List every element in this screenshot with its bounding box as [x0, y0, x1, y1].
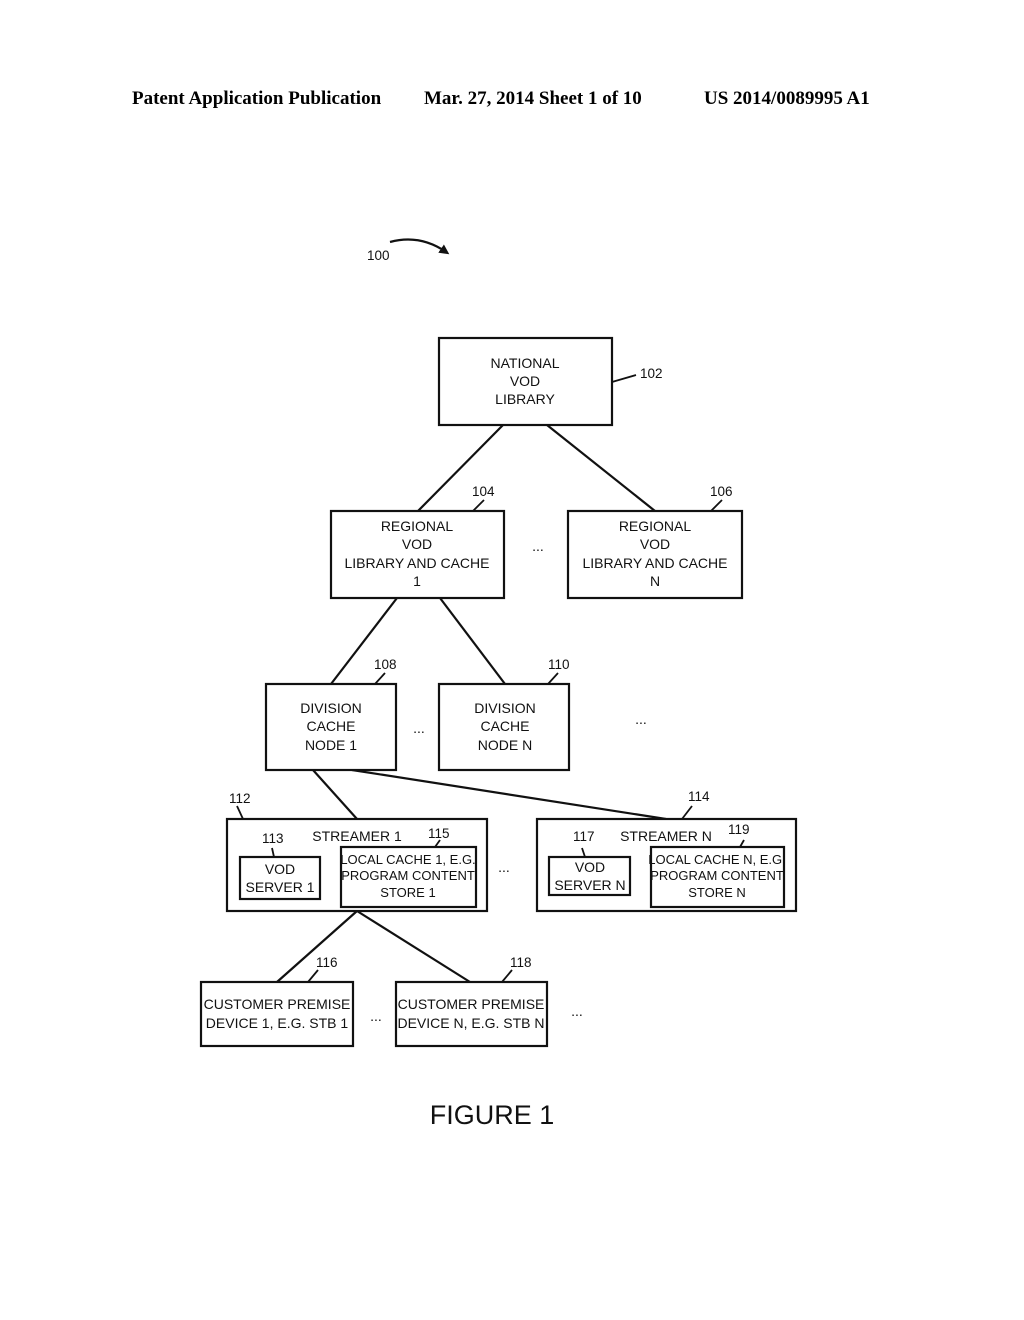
- cache1-line-3: STORE 1: [380, 885, 435, 900]
- regionalN-line-2: VOD: [640, 536, 670, 552]
- ellipsis-cpe-right: ...: [571, 1003, 583, 1019]
- server1-line-2: SERVER 1: [246, 879, 315, 895]
- streamer-1-node: 112 STREAMER 1 VOD SERVER 1 113 LOCAL CA…: [225, 791, 489, 913]
- ref-100-arrow-icon: [389, 238, 450, 255]
- ref-102-leader: [611, 374, 637, 383]
- cache1-line-1: LOCAL CACHE 1, E.G.: [340, 852, 475, 867]
- regionalN-line-1: REGIONAL: [619, 518, 692, 534]
- regional1-line-1: REGIONAL: [381, 518, 454, 534]
- national-vod-library-node: NATIONAL VOD LIBRARY 102: [437, 336, 663, 427]
- national-line-2: VOD: [510, 373, 540, 389]
- link-division1-streamerN: [351, 768, 667, 821]
- ref-108-leader: [374, 672, 386, 685]
- link-streamer1-cpeN: [356, 910, 471, 983]
- ref-104-leader: [472, 499, 485, 512]
- ref-114: 114: [688, 789, 710, 804]
- ellipsis-streamer: ...: [498, 859, 510, 875]
- cpe1-line-1: CUSTOMER PREMISE: [204, 996, 351, 1012]
- ref-114-leader: [681, 805, 693, 820]
- divisionN-line-1: DIVISION: [474, 700, 535, 716]
- national-line-1: NATIONAL: [491, 355, 560, 371]
- figure-caption: FIGURE 1: [430, 1100, 555, 1130]
- cpeN-line-1: CUSTOMER PREMISE: [398, 996, 545, 1012]
- ref-116: 116: [316, 955, 338, 970]
- ref-106: 106: [710, 484, 733, 499]
- link-division1-streamer1: [312, 769, 358, 820]
- divisionN-line-2: CACHE: [480, 718, 529, 734]
- ellipsis-division: ...: [413, 720, 425, 736]
- cache1-line-2: PROGRAM CONTENT: [341, 868, 475, 883]
- cpeN-line-2: DEVICE N, E.G. STB N: [397, 1015, 544, 1031]
- division1-line-3: NODE 1: [305, 737, 357, 753]
- ref-118-leader: [501, 969, 513, 983]
- cacheN-line-1: LOCAL CACHE N, E.G.: [648, 852, 786, 867]
- regional1-line-3: LIBRARY AND CACHE: [345, 555, 490, 571]
- ellipsis-cpe: ...: [370, 1008, 382, 1024]
- ref-102: 102: [640, 366, 663, 381]
- ref-112: 112: [229, 791, 251, 806]
- ref-108: 108: [374, 657, 397, 672]
- ref-112-leader: [236, 805, 244, 820]
- ref-117: 117: [573, 829, 595, 844]
- division1-line-2: CACHE: [306, 718, 355, 734]
- ellipsis-regional: ...: [532, 538, 544, 554]
- regional-vod-library-n-node: REGIONAL VOD LIBRARY AND CACHE N 106: [566, 484, 744, 600]
- ref-100: 100: [367, 248, 390, 263]
- division-cache-node-1: DIVISION CACHE NODE 1 108: [264, 657, 398, 772]
- ref-119: 119: [728, 822, 750, 837]
- ref-115: 115: [428, 826, 450, 841]
- cpe1-line-2: DEVICE 1, E.G. STB 1: [206, 1015, 349, 1031]
- divisionN-line-3: NODE N: [478, 737, 532, 753]
- ref-104: 104: [472, 484, 495, 499]
- regionalN-line-4: N: [650, 573, 660, 589]
- customer-premise-device-1-node: CUSTOMER PREMISE DEVICE 1, E.G. STB 1 11…: [199, 955, 355, 1048]
- streamer-n-node: 114 STREAMER N VOD SERVER N 117 LOCAL CA…: [535, 789, 798, 913]
- regional1-line-2: VOD: [402, 536, 432, 552]
- regionalN-line-3: LIBRARY AND CACHE: [583, 555, 728, 571]
- division1-line-1: DIVISION: [300, 700, 361, 716]
- streamer1-title: STREAMER 1: [312, 828, 402, 844]
- ellipsis-division-right: ...: [635, 711, 647, 727]
- division-cache-node-n: DIVISION CACHE NODE N 110: [437, 657, 571, 772]
- ref-116-leader: [307, 969, 319, 983]
- streamerN-title: STREAMER N: [620, 828, 712, 844]
- system-diagram: 100 NATIONAL VOD LIBRARY 102 REGIONAL VO…: [199, 238, 798, 1130]
- ref-118: 118: [510, 955, 532, 970]
- ref-110: 110: [548, 657, 570, 672]
- cacheN-line-3: STORE N: [688, 885, 746, 900]
- cacheN-line-2: PROGRAM CONTENT: [650, 868, 784, 883]
- ref-110-leader: [547, 672, 559, 685]
- serverN-line-1: VOD: [575, 859, 605, 875]
- ref-106-leader: [710, 499, 723, 512]
- server1-line-1: VOD: [265, 861, 295, 877]
- regional-vod-library-1-node: REGIONAL VOD LIBRARY AND CACHE 1 104: [329, 484, 506, 600]
- link-regional1-divisionN: [439, 597, 506, 685]
- link-national-regionalN: [546, 424, 656, 512]
- customer-premise-device-n-node: CUSTOMER PREMISE DEVICE N, E.G. STB N 11…: [394, 955, 549, 1048]
- ref-113: 113: [262, 831, 284, 846]
- regional1-line-4: 1: [413, 573, 421, 589]
- national-line-3: LIBRARY: [495, 391, 555, 407]
- serverN-line-2: SERVER N: [554, 877, 625, 893]
